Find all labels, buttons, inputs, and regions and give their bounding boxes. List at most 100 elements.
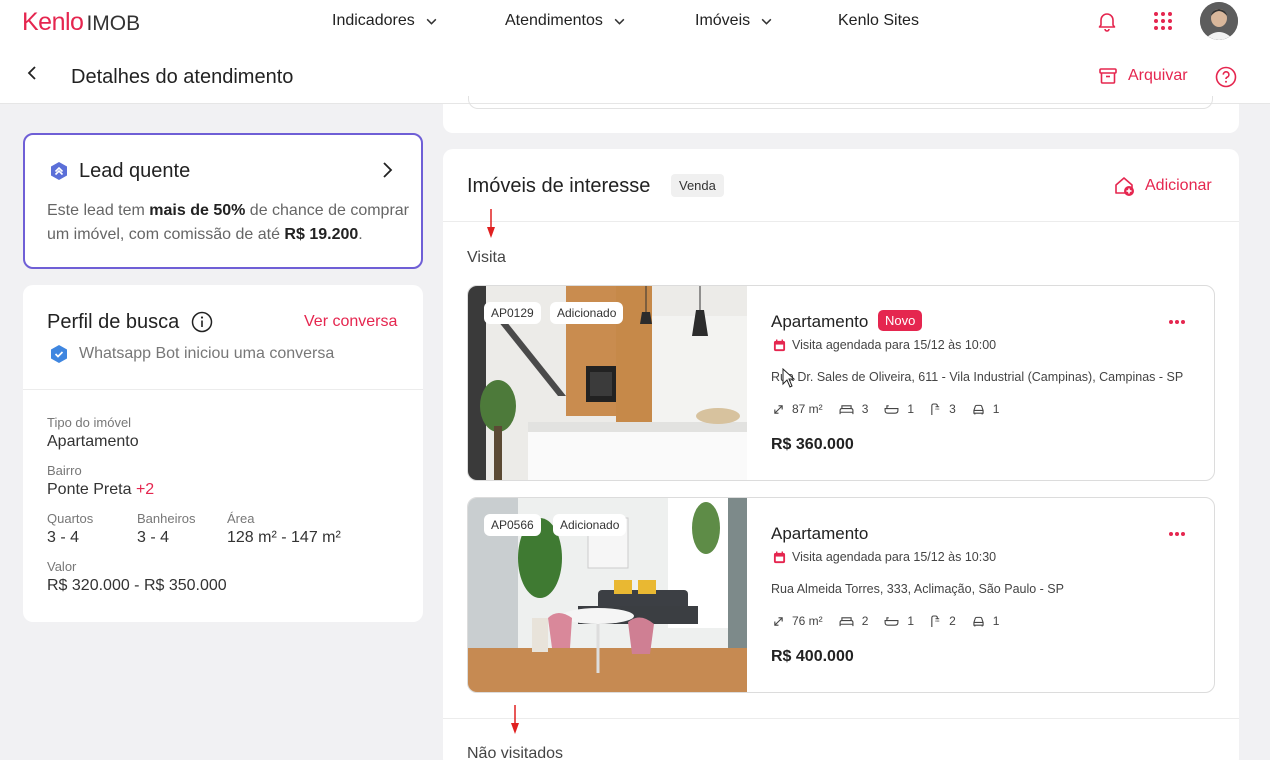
bedrooms-feature: 2 xyxy=(839,614,869,628)
property-price: R$ 400.000 xyxy=(771,648,854,665)
bedrooms-value: 3 xyxy=(861,402,869,416)
valor-value: R$ 320.000 - R$ 350.000 xyxy=(47,577,227,594)
nav-indicadores[interactable]: Indicadores xyxy=(332,12,438,30)
bell-icon[interactable] xyxy=(1096,10,1118,32)
tipo-label: Tipo do imóvel xyxy=(47,415,132,430)
property-features: 76 m² 2 1 2 1 xyxy=(773,614,1015,628)
car-icon xyxy=(973,616,984,627)
apps-grid-icon[interactable] xyxy=(1152,10,1174,32)
nav-label: Kenlo Sites xyxy=(838,12,919,29)
nav-label: Indicadores xyxy=(332,12,415,29)
logo-product: IMOB xyxy=(86,12,141,35)
suites-value: 2 xyxy=(949,614,956,628)
bathrooms-feature: 1 xyxy=(884,614,914,628)
archive-icon xyxy=(1099,68,1117,84)
lead-description: Este lead tem mais de 50% de chance de c… xyxy=(47,199,417,247)
parking-feature: 1 xyxy=(972,402,1000,416)
area-value: 128 m² - 147 m² xyxy=(227,529,341,546)
bairro-more-count[interactable]: +2 xyxy=(136,481,154,498)
user-avatar[interactable] xyxy=(1200,2,1238,40)
bairro-value: Ponte Preta +2 xyxy=(47,481,154,499)
property-code-tag: AP0566 xyxy=(484,514,541,536)
chevron-down-icon xyxy=(614,18,625,25)
kenlo-logo[interactable]: Kenlo IMOB xyxy=(22,8,140,37)
bed-icon xyxy=(839,616,854,626)
nav-imoveis[interactable]: Imóveis xyxy=(695,12,773,30)
section-visita: Visita xyxy=(467,249,506,266)
banheiros-label: Banheiros xyxy=(137,511,196,526)
property-status-tag: Adicionado xyxy=(553,514,627,536)
lead-title: Lead quente xyxy=(79,160,191,182)
perfil-title: Perfil de busca xyxy=(47,311,180,333)
bedrooms-value: 2 xyxy=(861,614,869,628)
visit-text: Visita agendada para 15/12 às 10:30 xyxy=(792,550,997,564)
property-type: Apartamento xyxy=(771,312,869,331)
mouse-cursor-icon xyxy=(782,368,796,388)
chevron-right-icon[interactable] xyxy=(380,161,394,184)
area-feature: 76 m² xyxy=(773,614,823,628)
page-header: Detalhes do atendimento Arquivar xyxy=(0,44,1270,104)
bathtub-icon xyxy=(884,404,899,414)
more-options-icon[interactable] xyxy=(1168,312,1186,330)
adicionar-button[interactable]: Adicionar xyxy=(1113,175,1212,197)
bed-icon xyxy=(839,404,854,414)
nav-label: Imóveis xyxy=(695,12,751,29)
interesse-title: Imóveis de interesse xyxy=(467,175,651,197)
ver-conversa-link[interactable]: Ver conversa xyxy=(304,313,397,331)
nav-label: Atendimentos xyxy=(505,12,603,29)
property-features: 87 m² 3 1 3 1 xyxy=(773,402,1015,416)
venda-badge: Venda xyxy=(671,174,724,197)
bathtub-icon xyxy=(884,616,899,626)
add-home-icon xyxy=(1115,177,1134,196)
bathrooms-feature: 1 xyxy=(884,402,914,416)
logo-brand: Kenlo xyxy=(22,8,84,36)
page-title: Detalhes do atendimento xyxy=(71,66,294,88)
property-address: Rua Dr. Sales de Oliveira, 611 - Vila In… xyxy=(771,370,1184,384)
parking-value: 1 xyxy=(992,402,1000,416)
shower-icon xyxy=(931,614,940,627)
help-icon[interactable] xyxy=(1215,66,1237,93)
bot-status-text: Whatsapp Bot iniciou uma conversa xyxy=(79,345,335,362)
nav-kenlo-sites[interactable]: Kenlo Sites xyxy=(838,12,919,30)
shower-icon xyxy=(931,402,940,415)
property-photo[interactable]: AP0566 Adicionado xyxy=(468,498,747,692)
lead-quente-card[interactable]: Lead quente Este lead tem mais de 50% de… xyxy=(23,133,423,269)
quartos-label: Quartos xyxy=(47,511,94,526)
back-arrow-icon[interactable] xyxy=(24,65,40,86)
property-code-tag: AP0129 xyxy=(484,302,541,324)
more-options-icon[interactable] xyxy=(1168,524,1186,542)
property-type: Apartamento xyxy=(771,524,869,543)
info-icon[interactable] xyxy=(191,311,213,338)
nav-atendimentos[interactable]: Atendimentos xyxy=(505,12,626,30)
valor-label: Valor xyxy=(47,559,77,574)
red-arrow-annotation xyxy=(511,705,519,734)
car-icon xyxy=(973,404,984,415)
bedrooms-feature: 3 xyxy=(839,402,869,416)
previous-field-edge xyxy=(468,96,1213,109)
suites-feature: 3 xyxy=(930,402,956,416)
quartos-value: 3 - 4 xyxy=(47,529,80,546)
bathrooms-value: 1 xyxy=(907,402,915,416)
property-card[interactable]: AP0129 Adicionado Apartamento Novo Visit… xyxy=(467,285,1215,481)
expand-area-icon xyxy=(774,404,783,414)
visit-schedule: Visita agendada para 15/12 às 10:30 xyxy=(773,550,996,564)
area-label: Área xyxy=(227,511,255,526)
archive-button[interactable]: Arquivar xyxy=(1098,66,1188,86)
expand-area-icon xyxy=(774,616,783,626)
bathrooms-value: 1 xyxy=(907,614,915,628)
calendar-icon xyxy=(773,338,786,351)
lead-chance: mais de 50% xyxy=(149,202,246,219)
banheiros-value: 3 - 4 xyxy=(137,529,170,546)
parking-feature: 1 xyxy=(972,614,1000,628)
suites-value: 3 xyxy=(949,402,956,416)
imoveis-de-interesse-card: Imóveis de interesse Venda Adicionar Vis… xyxy=(443,149,1239,760)
calendar-icon xyxy=(773,550,786,563)
parking-value: 1 xyxy=(992,614,1000,628)
property-photo[interactable]: AP0129 Adicionado xyxy=(468,286,747,480)
tipo-value: Apartamento xyxy=(47,433,139,450)
property-card[interactable]: AP0566 Adicionado Apartamento Visita age… xyxy=(467,497,1215,693)
archive-label: Arquivar xyxy=(1128,67,1188,84)
suites-feature: 2 xyxy=(930,614,956,628)
verified-shield-icon xyxy=(49,344,69,369)
bairro-label: Bairro xyxy=(47,463,82,478)
